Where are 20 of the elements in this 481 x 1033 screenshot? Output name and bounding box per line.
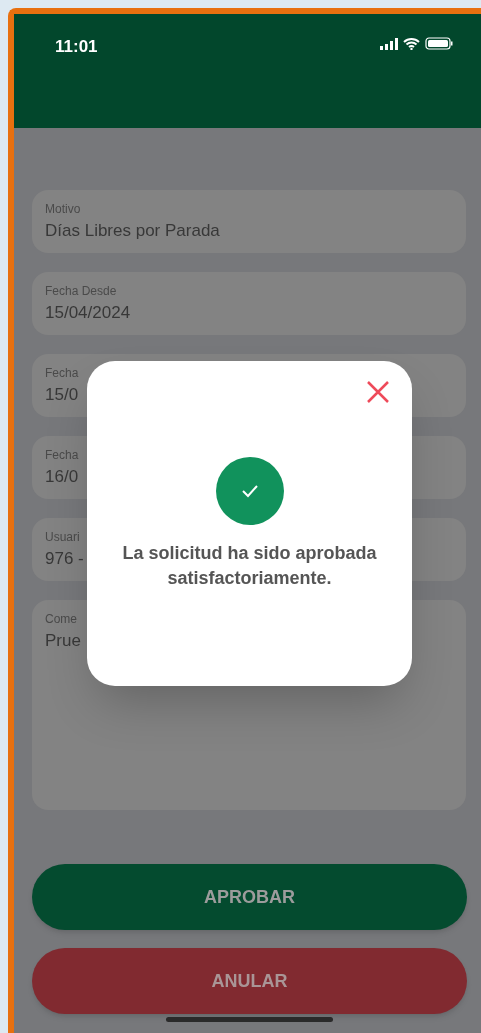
field-value: 15/04/2024 bbox=[45, 302, 131, 324]
field-label: Come bbox=[45, 611, 77, 627]
wifi-icon bbox=[403, 37, 420, 50]
dialog-message: La solicitud ha sido aprobada satisfactoriamente. bbox=[121, 542, 378, 590]
cancel-button[interactable]: ANULAR bbox=[32, 948, 467, 1014]
field-value: Prue bbox=[45, 630, 81, 652]
field-value: 976 - bbox=[45, 548, 84, 570]
field-label: Motivo bbox=[45, 201, 81, 217]
signal-icon bbox=[380, 37, 398, 50]
field-value: Días Libres por Parada bbox=[45, 220, 220, 242]
field-label: Fecha Desde bbox=[45, 283, 117, 299]
approve-button[interactable]: APROBAR bbox=[32, 864, 467, 930]
field-value: 15/0 bbox=[45, 384, 79, 406]
field-value: 16/0 bbox=[45, 466, 79, 488]
battery-icon bbox=[425, 37, 453, 50]
field-label: Fecha bbox=[45, 447, 79, 463]
status-time: 11:01 bbox=[55, 36, 98, 58]
field-label: Fecha bbox=[45, 365, 79, 381]
field-label: Usuari bbox=[45, 529, 80, 545]
close-icon[interactable] bbox=[366, 380, 390, 404]
